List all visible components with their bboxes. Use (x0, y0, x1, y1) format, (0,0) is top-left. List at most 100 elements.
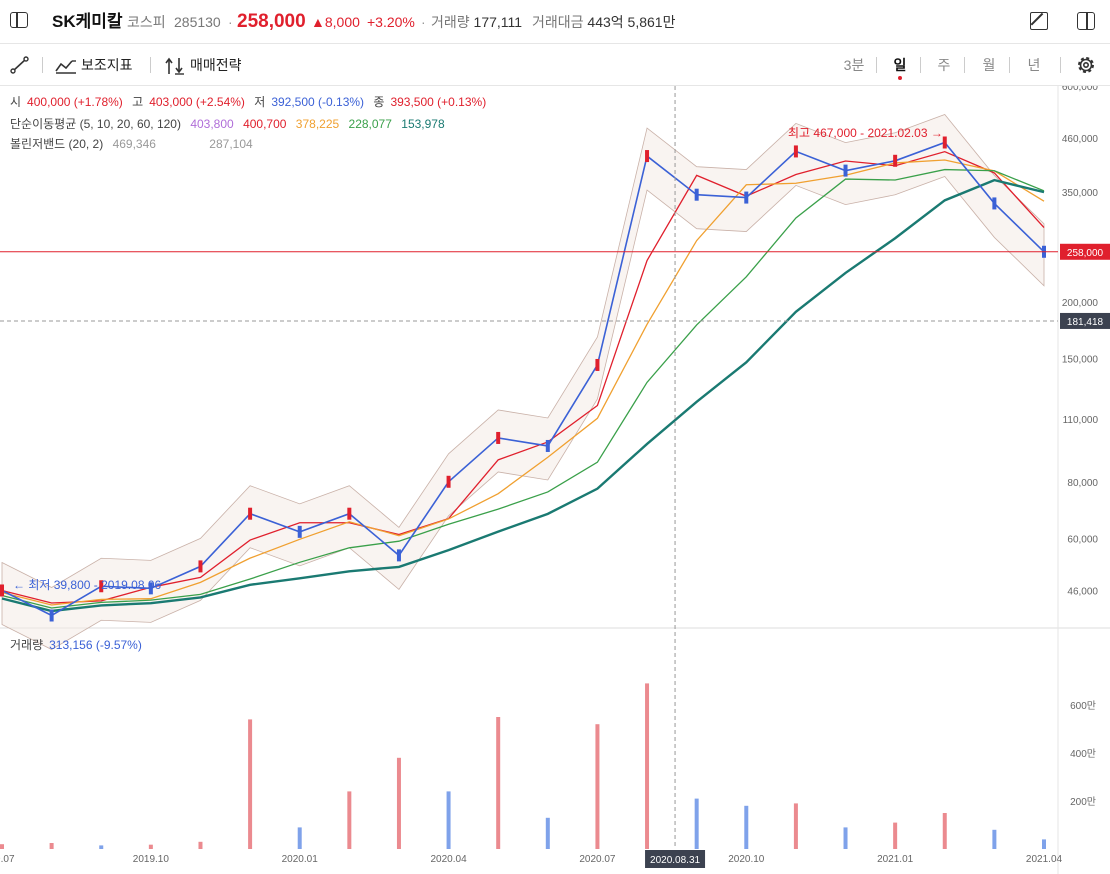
high-label: 고 (132, 95, 144, 109)
price-candle (793, 145, 798, 158)
settings-gear-icon[interactable] (1075, 54, 1097, 76)
price-axis-tick: 46,000 (1067, 586, 1098, 597)
x-axis-tick: 2020.01 (282, 854, 319, 865)
x-axis-tick: 2020.07 (579, 854, 616, 865)
draw-line-icon[interactable] (10, 56, 30, 74)
strategy-button[interactable]: 매매전략 (164, 44, 242, 86)
market-label: 코스피 (127, 14, 166, 30)
volume-axis-tick: 600만 (1070, 700, 1096, 712)
volume-bar (793, 803, 798, 849)
indicator-icon (55, 60, 76, 74)
ma20-value: 378,225 (295, 117, 340, 131)
bollinger-band (1, 114, 1045, 650)
x-axis-tick: 2020.10 (728, 854, 765, 865)
open-value: 400,000 (+1.78%) (27, 95, 123, 109)
volume-value: 177,111 (473, 14, 523, 30)
volume-bar (645, 683, 650, 849)
ma120-value: 153,978 (401, 117, 445, 131)
stock-code: 285130 (174, 14, 221, 30)
ma60-value: 228,077 (348, 117, 392, 131)
bollinger-info: 볼린저밴드 (20, 2) 469,346 287,104 (10, 135, 259, 152)
price-candle (843, 164, 848, 177)
price-axis-tick: 350,000 (1062, 188, 1099, 199)
volume-bar (0, 844, 4, 849)
price-candle (49, 609, 54, 622)
price-candle (396, 549, 401, 562)
bollinger-label: 볼린저밴드 (20, 2) (10, 137, 104, 151)
ma5-value: 403,800 (190, 117, 234, 131)
volume-bar (148, 844, 153, 849)
bollinger-upper: 469,346 (112, 137, 156, 151)
low-annotation: ← 최저 39,800 - 2019.08.06 (13, 578, 162, 592)
price-candle (248, 507, 253, 520)
volume-bar (843, 827, 848, 849)
period-tab-3min[interactable]: 3분 (842, 44, 866, 86)
period-tab-day[interactable]: 일 (888, 44, 912, 86)
indicator-label: 보조지표 (81, 57, 133, 73)
toolbar-divider (920, 57, 921, 73)
price-axis-tick: 150,000 (1062, 354, 1099, 365)
price-axis-tick: 600,000 (1062, 86, 1099, 93)
price-candle (545, 439, 550, 452)
volume-bar (396, 757, 401, 849)
period-tab-year[interactable]: 년 (1022, 44, 1046, 86)
ma60-line (1, 168, 1045, 609)
price-candle (0, 584, 4, 597)
volume-bar (496, 717, 501, 849)
stock-chart[interactable]: 600,000 460,000 350,000 258,000 200,000 150,0… (0, 86, 1110, 874)
volume-info: 거래량 177,111 (431, 0, 522, 44)
period-tab-week[interactable]: 주 (932, 44, 956, 86)
volume-panel-value: 313,156 (-9.57%) (49, 638, 142, 652)
price-axis-tick: 60,000 (1067, 534, 1098, 545)
volume-bar (744, 805, 749, 849)
amount-info: 거래대금 443억 5,861만 (532, 0, 675, 44)
price-candle (645, 150, 650, 163)
volume-bar (942, 813, 947, 849)
stock-name: SK케미칼 (52, 12, 123, 31)
volume-bar (248, 719, 253, 849)
strategy-icon (165, 57, 184, 75)
split-view-icon[interactable] (1077, 12, 1095, 30)
price-axis-tick: 110,000 (1063, 415, 1099, 426)
x-axis-tick: 2021.01 (877, 854, 914, 865)
strategy-label: 매매전략 (190, 57, 242, 73)
indicator-button[interactable]: 보조지표 (55, 44, 133, 86)
volume-bar (694, 798, 699, 849)
period-tab-month[interactable]: 월 (977, 44, 1001, 86)
price-candle (942, 136, 947, 149)
ma-info: 단순이동평균 (5, 10, 20, 60, 120) 403,800 400,… (10, 115, 451, 132)
sidebar-toggle-icon[interactable] (10, 12, 28, 28)
volume-bar (595, 724, 600, 849)
low-label: 저 (254, 95, 266, 109)
toolbar-divider (1009, 57, 1010, 73)
toolbar-divider (964, 57, 965, 73)
toolbar-divider (876, 57, 877, 73)
close-value: 393,500 (+0.13%) (390, 95, 487, 109)
volume-bar (893, 822, 898, 849)
price-candle (446, 475, 451, 488)
ma20-line (1, 159, 1045, 606)
volume-bar (545, 817, 550, 849)
price-candle (694, 188, 699, 201)
toolbar-divider (42, 57, 43, 73)
amount-value: 443억 5,861만 (587, 14, 676, 30)
close-label: 종 (373, 95, 385, 109)
edit-icon[interactable] (1030, 12, 1048, 30)
x-axis-tick: 2021.04 (1026, 854, 1063, 865)
volume-panel-label: 거래량 (10, 638, 44, 652)
ma10-line (1, 150, 1045, 604)
ma10-value: 400,700 (243, 117, 287, 131)
volume-bar (347, 791, 352, 849)
ohlc-info: 시 400,000 (+1.78%) 고 403,000 (+2.54%) 저 392… (10, 93, 492, 110)
price-axis-tick: 460,000 (1062, 134, 1099, 145)
volume-axis-tick: 200만 (1070, 796, 1096, 808)
crosshair-date-tag: 2020.08.31 (650, 855, 700, 866)
toolbar-divider (150, 57, 151, 73)
stock-header: SK케미칼 코스피 285130 · 258,000 ▲8,000 +3.20%… (0, 0, 1110, 44)
price-candle (992, 197, 997, 210)
volume-bar (446, 791, 451, 849)
price-change-pct: +3.20% (367, 14, 415, 30)
volume-bar (1042, 839, 1046, 849)
crosshair-price-tag: 181,418 (1067, 317, 1104, 328)
chart-toolbar: 보조지표 매매전략 3분 일 주 월 년 (0, 44, 1110, 86)
